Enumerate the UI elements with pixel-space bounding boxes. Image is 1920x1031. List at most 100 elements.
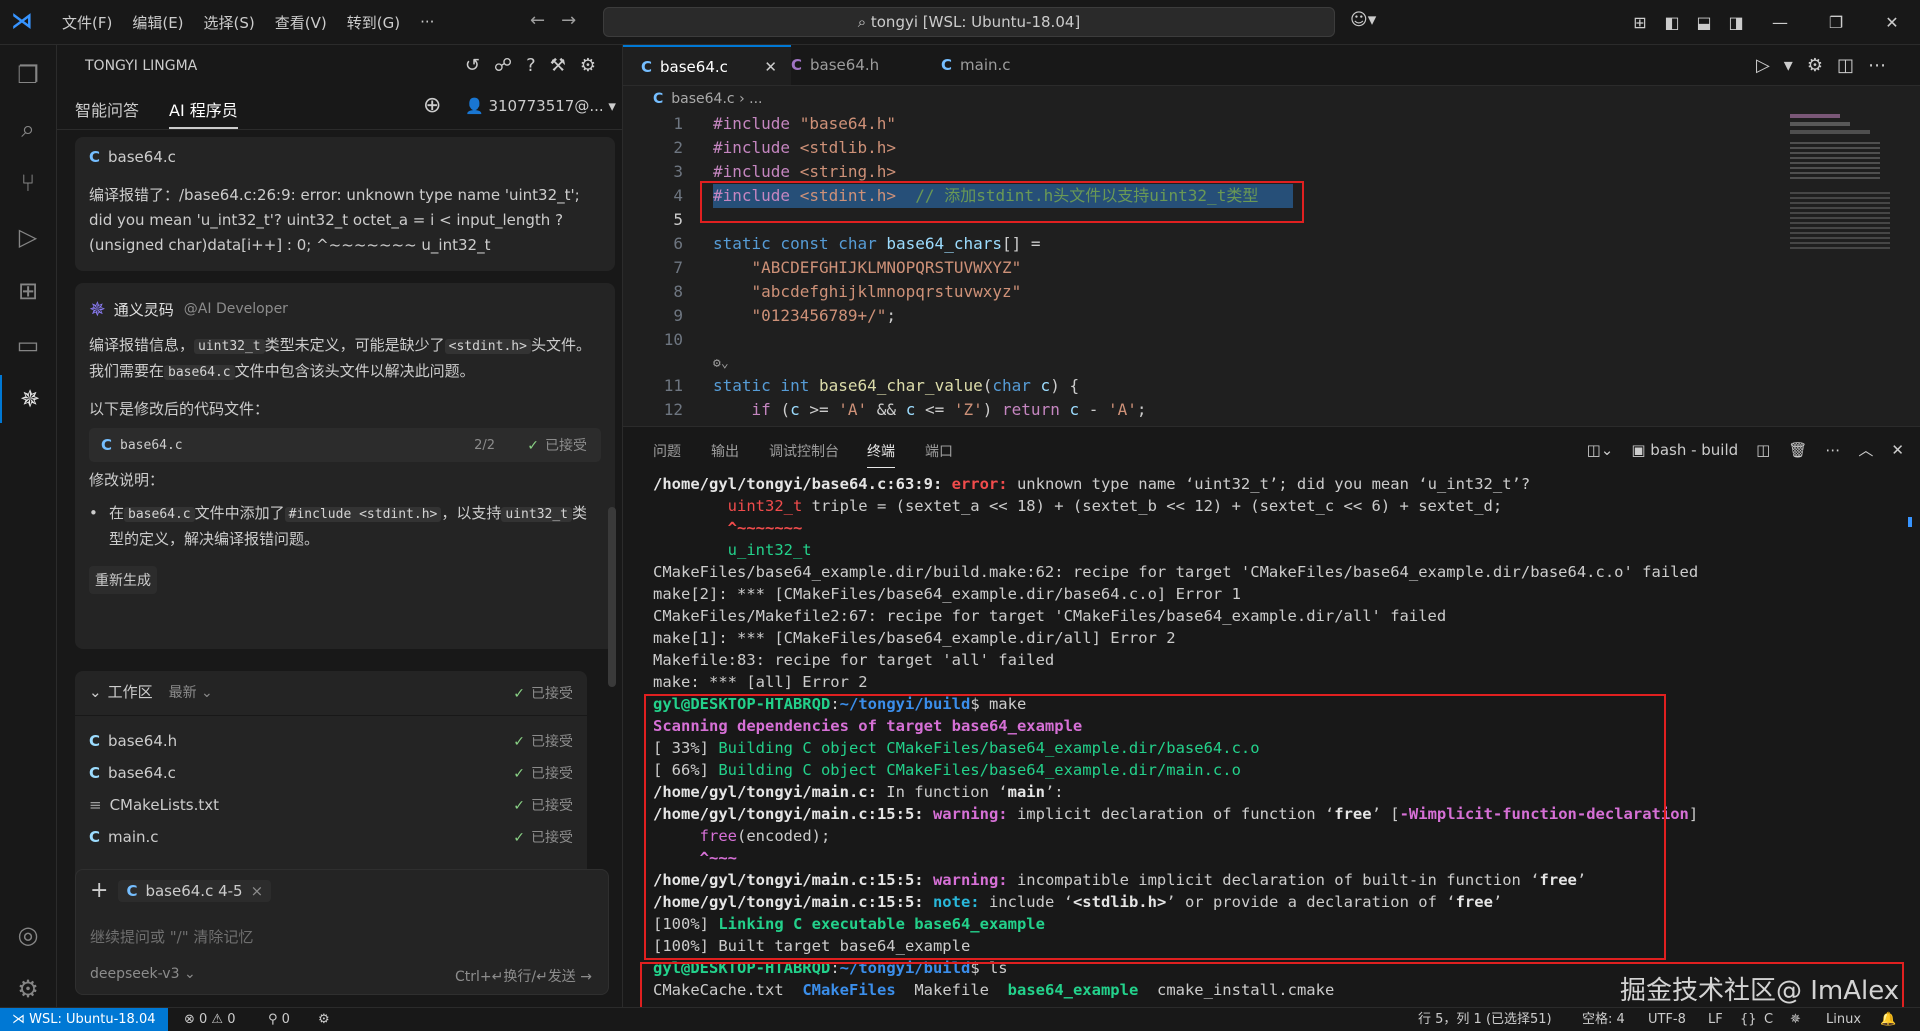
braces-icon[interactable]: {} xyxy=(1740,1008,1757,1031)
close-window-icon[interactable]: ✕ xyxy=(1864,13,1920,32)
cursor-position[interactable]: 行 5，列 1 (已选择51) xyxy=(1418,1008,1552,1031)
split-editor-icon[interactable]: ◫ xyxy=(1837,55,1868,76)
copilot-icon[interactable]: ☺▾ xyxy=(1350,10,1376,30)
problems-indicator[interactable]: ⊗ 0 ⚠ 0 xyxy=(184,1008,236,1031)
back-arrow-icon[interactable]: ← xyxy=(530,10,561,31)
line-ending[interactable]: LF xyxy=(1708,1008,1723,1031)
code-editor[interactable]: 1 #include "base64.h" 2 #include <stdlib.h… xyxy=(623,112,1773,424)
source-control-icon[interactable]: ⑂ xyxy=(0,159,56,207)
more-actions-icon[interactable]: ⋯ xyxy=(1868,55,1900,76)
referenced-file[interactable]: Cbase64.c xyxy=(89,145,601,169)
tab-terminal[interactable]: 终端 xyxy=(867,441,895,468)
close-panel-icon[interactable]: ✕ xyxy=(1891,441,1904,459)
new-terminal-icon[interactable]: ◫⌄ xyxy=(1587,441,1614,459)
add-context-icon[interactable]: + xyxy=(90,878,108,903)
new-chat-icon[interactable]: ⊕ xyxy=(423,93,441,118)
feedback-icon[interactable]: ☍ xyxy=(494,55,526,76)
activity-bar: ❐ ⌕ ⑂ ▷ ⊞ ▭ ✵ ◎ ⚙ xyxy=(0,45,57,1007)
gear-icon[interactable]: ⚙ xyxy=(1807,55,1837,76)
minimap[interactable] xyxy=(1786,112,1896,262)
split-terminal-icon[interactable]: ◫ xyxy=(1756,441,1770,459)
toggle-panel-icon[interactable]: ⬓ xyxy=(1688,13,1720,32)
tab-ports[interactable]: 端口 xyxy=(925,441,953,461)
send-arrow-icon[interactable]: → xyxy=(580,969,592,985)
maximize-icon[interactable]: ❐ xyxy=(1808,13,1864,32)
notifications-icon[interactable]: 🔔 xyxy=(1880,1008,1896,1031)
model-selector[interactable]: deepseek-v3 ⌄ xyxy=(90,966,196,982)
context-chip[interactable]: Cbase64.c 4-5 × xyxy=(118,879,272,902)
debug-icon[interactable]: ⚙ xyxy=(318,1008,330,1031)
remove-context-icon[interactable]: × xyxy=(251,882,264,900)
search-icon[interactable]: ⌕ xyxy=(0,105,56,153)
minimize-icon[interactable]: — xyxy=(1752,13,1808,32)
account-menu[interactable]: 👤 310773517@... ▾ xyxy=(465,97,616,115)
history-icon[interactable]: ↺ xyxy=(465,55,494,76)
command-center-search[interactable]: ⌕ tongyi [WSL: Ubuntu-18.04] xyxy=(603,7,1335,37)
workspace-file-row[interactable]: ≡ CMakeLists.txt ✓ 已接受 xyxy=(89,789,573,821)
workspace-header[interactable]: ⌄ 工作区 最新 ⌄ xyxy=(89,681,213,702)
workspace-file-row[interactable]: Cbase64.c ✓ 已接受 xyxy=(89,757,573,789)
terminal-selector[interactable]: ▣ bash - build xyxy=(1631,441,1738,459)
tab-main-c[interactable]: Cmain.c xyxy=(923,45,1073,85)
menu-edit[interactable]: 编辑(E) xyxy=(122,12,193,33)
codelens-icon[interactable]: ⚙⌄ xyxy=(713,352,729,376)
answer-paragraph-1: 编译报错信息， uint32_t 类型未定义，可能是缺少了 <stdint.h> 头文件… xyxy=(89,333,601,385)
language-mode[interactable]: C xyxy=(1764,1008,1773,1031)
explorer-icon[interactable]: ❐ xyxy=(0,51,56,99)
code-line: 7 "ABCDEFGHIJKLMNOPQRSTUVWXYZ" xyxy=(623,256,1021,280)
encoding[interactable]: UTF-8 xyxy=(1648,1008,1686,1031)
extensions-icon[interactable]: ⊞ xyxy=(0,267,56,315)
customize-layout-icon[interactable]: ⊞ xyxy=(1624,13,1656,32)
toggle-sidebar-icon[interactable]: ◧ xyxy=(1656,13,1688,32)
more-icon[interactable]: ⋯ xyxy=(1825,441,1840,459)
tab-ai-programmer[interactable]: AI 程序员 xyxy=(169,97,238,129)
ports-indicator[interactable]: ⚲ 0 xyxy=(268,1008,290,1031)
command-center-label: tongyi [WSL: Ubuntu-18.04] xyxy=(870,13,1081,31)
tab-smart-qa[interactable]: 智能问答 xyxy=(75,97,139,121)
code-text: static const char xyxy=(713,234,887,253)
tab-problems[interactable]: 问题 xyxy=(653,441,681,461)
menu-file[interactable]: 文件(F) xyxy=(52,12,122,33)
menu-more[interactable]: ··· xyxy=(410,13,444,31)
tab-base64-h[interactable]: Cbase64.h xyxy=(773,45,923,85)
settings-icon[interactable]: ⚙ xyxy=(580,55,610,76)
tongyi-status-icon[interactable]: ✵ xyxy=(1790,1008,1801,1031)
maximize-panel-icon[interactable]: ︿ xyxy=(1858,439,1873,460)
tools-icon[interactable]: ⚒ xyxy=(550,55,580,76)
forward-arrow-icon[interactable]: → xyxy=(561,10,592,31)
tab-base64-c[interactable]: Cbase64.c ✕ xyxy=(623,45,791,85)
settings-gear-icon[interactable]: ⚙ xyxy=(0,965,56,1013)
regenerate-button[interactable]: 重新生成 xyxy=(89,566,157,594)
code-line: 11 static int base64_char_value(char c) { xyxy=(623,374,1079,398)
code-text: c xyxy=(1040,376,1051,395)
accounts-icon[interactable]: ◎ xyxy=(0,911,56,959)
menu-view[interactable]: 查看(V) xyxy=(265,12,337,33)
chat-scrollbar[interactable] xyxy=(608,507,616,687)
workspace-file-row[interactable]: Cbase64.h ✓ 已接受 xyxy=(89,725,573,757)
help-icon[interactable]: ? xyxy=(526,55,550,76)
chat-input[interactable]: 继续提问或 "/" 清除记忆 xyxy=(90,926,253,947)
trash-icon[interactable]: 🗑 xyxy=(1788,441,1807,459)
tab-debug-console[interactable]: 调试控制台 xyxy=(769,441,839,461)
remote-indicator[interactable]: ⋊ WSL: Ubuntu-18.04 xyxy=(0,1008,168,1031)
workspace-file-name: CMakeLists.txt xyxy=(109,796,220,814)
workspace-filter[interactable]: 最新 ⌄ xyxy=(169,682,213,702)
check-circle-icon: ✓ xyxy=(527,438,539,454)
run-debug-icon[interactable]: ▷ xyxy=(0,213,56,261)
answer-text: 文件中添加了 xyxy=(194,504,285,522)
remote-explorer-icon[interactable]: ▭ xyxy=(0,321,56,369)
code-text: && xyxy=(867,400,906,419)
workspace-file-row[interactable]: Cmain.c ✓ 已接受 xyxy=(89,821,573,853)
tongyi-lingma-icon[interactable]: ✵ xyxy=(0,375,58,423)
os-indicator[interactable]: Linux xyxy=(1826,1008,1861,1031)
run-icon[interactable]: ▷▾ xyxy=(1756,55,1807,76)
breadcrumb[interactable]: Cbase64.c › ... xyxy=(623,86,762,112)
editor-tabs: Cbase64.c ✕ Cbase64.h Cmain.c ▷▾⚙◫⋯ xyxy=(623,45,1920,86)
tab-output[interactable]: 输出 xyxy=(711,441,739,461)
result-file-chip[interactable]: Cbase64.c 2/2 ✓ 已接受 xyxy=(89,428,601,462)
menu-go[interactable]: 转到(G) xyxy=(337,12,410,33)
menu-selection[interactable]: 选择(S) xyxy=(194,12,265,33)
code-text: char xyxy=(992,376,1041,395)
indentation[interactable]: 空格: 4 xyxy=(1582,1008,1625,1031)
toggle-secondary-sidebar-icon[interactable]: ◨ xyxy=(1720,13,1752,32)
